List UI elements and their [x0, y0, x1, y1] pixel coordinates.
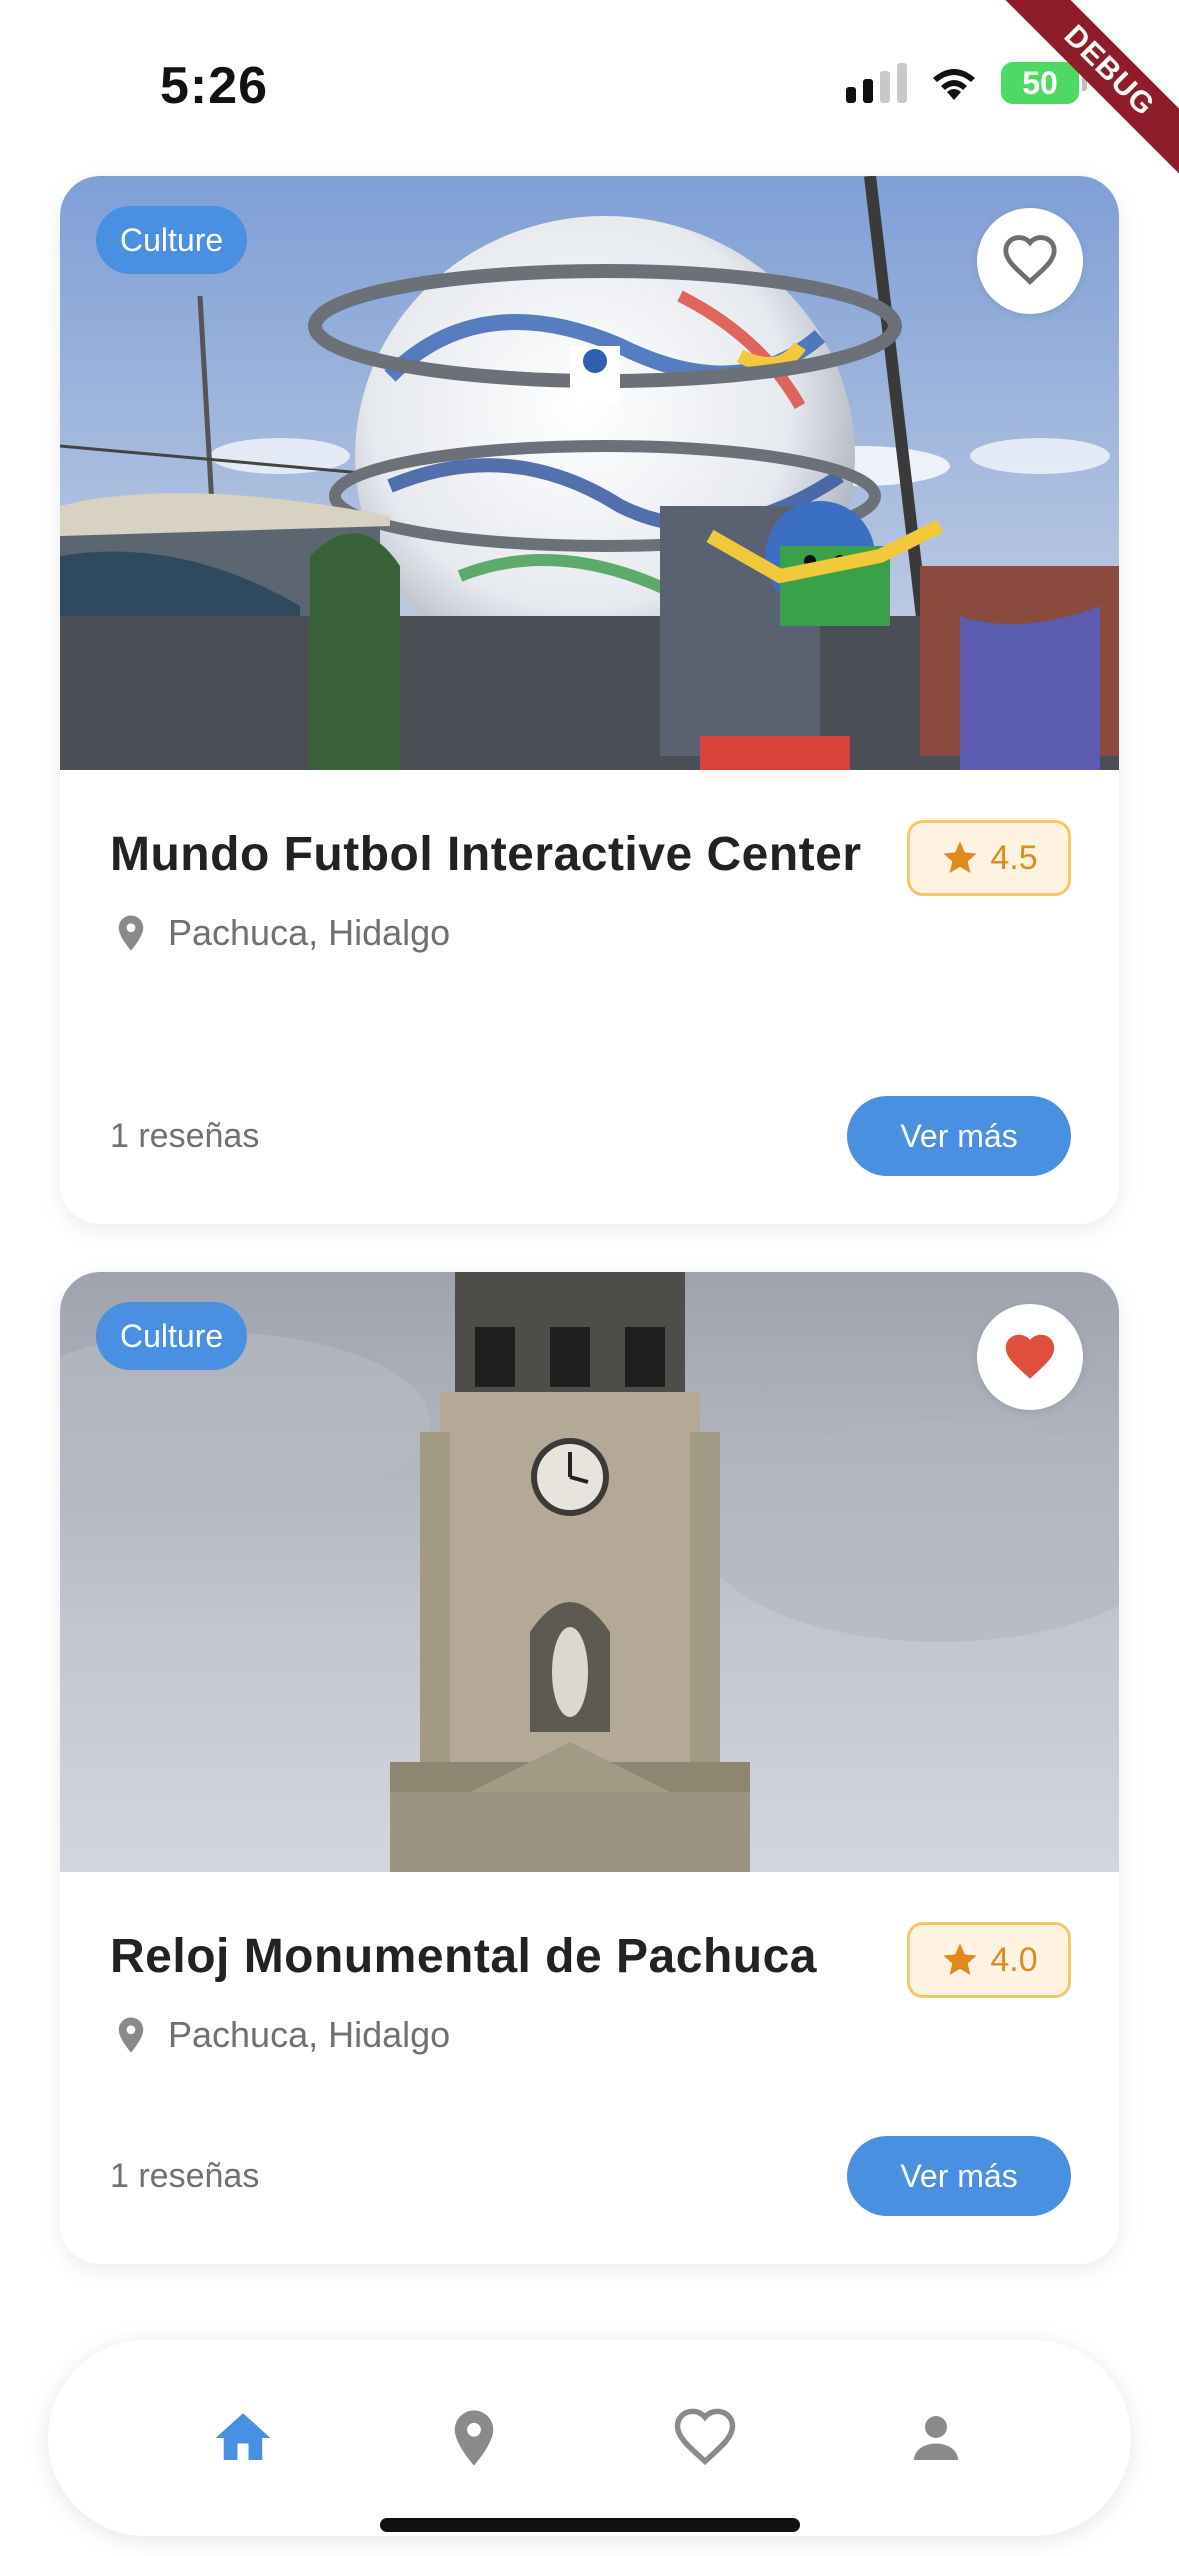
- battery-icon: 50: [1001, 62, 1087, 104]
- status-time: 5:26: [160, 57, 269, 115]
- place-title: Reloj Monumental de Pachuca: [110, 1930, 817, 1983]
- nav-item-favorites[interactable]: [660, 2393, 750, 2483]
- rating-badge: 4.0: [907, 1922, 1071, 1998]
- location-text: Pachuca, Hidalgo: [168, 2014, 451, 2055]
- card-body: Reloj Monumental de Pachuca 4.0 Pachuca,…: [60, 1872, 1119, 2056]
- nav-item-map[interactable]: [429, 2393, 519, 2483]
- heart-icon: [674, 2408, 736, 2466]
- bottom-navigation: [48, 2340, 1131, 2536]
- wifi-icon: [933, 69, 975, 100]
- location-pin-icon: [118, 2017, 144, 2053]
- see-more-button[interactable]: Ver más: [847, 2136, 1071, 2216]
- location-pin-icon: [454, 2410, 494, 2466]
- app-screen: 5:26 50 DEBUG Culture Mundo Futbol Inter…: [0, 0, 1179, 2556]
- location-pin-icon: [118, 915, 144, 951]
- battery-level: 50: [1022, 64, 1058, 101]
- place-image: Culture: [60, 1272, 1119, 1872]
- rating-value: 4.5: [990, 838, 1038, 877]
- location: Pachuca, Hidalgo: [110, 2014, 1069, 2056]
- category-badge[interactable]: Culture: [96, 206, 248, 274]
- cellular-signal-icon: [846, 63, 907, 103]
- status-bar: 5:26 50 DEBUG: [0, 0, 1179, 187]
- status-icons: 50: [846, 62, 1087, 104]
- home-icon: [215, 2413, 271, 2460]
- card-footer: 1 reseñas Ver más: [110, 2136, 1071, 2216]
- see-more-button[interactable]: Ver más: [847, 1096, 1071, 1176]
- heart-outline-icon: [1003, 235, 1057, 285]
- place-card[interactable]: Culture Mundo Futbol Interactive Center …: [60, 176, 1119, 1224]
- nav-item-profile[interactable]: [891, 2393, 981, 2483]
- card-body: Mundo Futbol Interactive Center 4.5 Pach…: [60, 770, 1119, 954]
- nav-item-home[interactable]: [198, 2393, 288, 2483]
- place-image: Culture: [60, 176, 1119, 770]
- person-icon: [913, 2416, 958, 2460]
- place-title: Mundo Futbol Interactive Center: [110, 828, 862, 881]
- favorite-button[interactable]: [977, 1304, 1083, 1410]
- reviews-count: 1 reseñas: [110, 2156, 260, 2195]
- rating-badge: 4.5: [907, 820, 1071, 896]
- favorite-button[interactable]: [977, 208, 1083, 314]
- reviews-count: 1 reseñas: [110, 1116, 260, 1155]
- location-text: Pachuca, Hidalgo: [168, 912, 451, 953]
- location: Pachuca, Hidalgo: [110, 912, 1069, 954]
- home-indicator[interactable]: [380, 2518, 800, 2532]
- category-badge[interactable]: Culture: [96, 1302, 248, 1370]
- rating-value: 4.0: [990, 1940, 1038, 1979]
- heart-filled-icon: [1005, 1334, 1055, 1379]
- card-footer: 1 reseñas Ver más: [110, 1096, 1071, 1176]
- star-icon: [943, 1943, 978, 1975]
- star-icon: [943, 841, 978, 873]
- place-card[interactable]: Culture Reloj Monumental de Pachuca 4.0 …: [60, 1272, 1119, 2264]
